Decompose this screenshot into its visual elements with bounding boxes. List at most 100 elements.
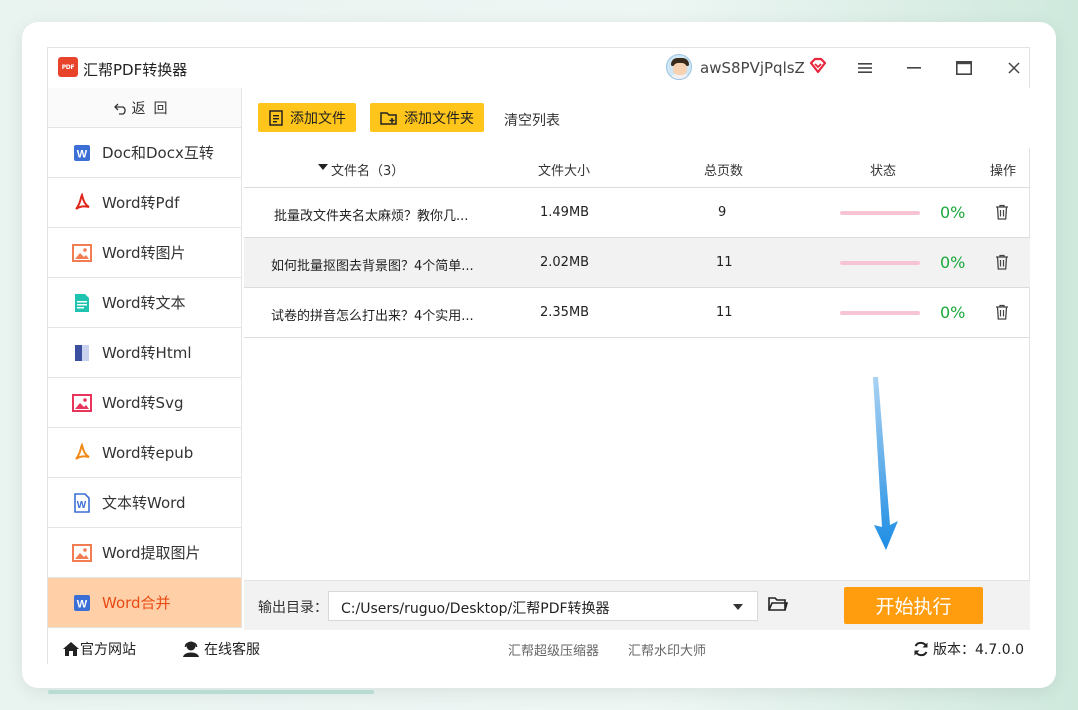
home-icon: [63, 642, 79, 656]
close-icon[interactable]: [1001, 55, 1027, 81]
page-count: 11: [716, 305, 733, 320]
header-status: 状态: [870, 164, 897, 179]
header-file-name[interactable]: 文件名（3）: [331, 160, 404, 179]
sidebar-item-label: Word转文本: [102, 294, 186, 312]
chevron-down-icon: [733, 604, 743, 610]
progress-bar: [840, 311, 920, 315]
app-logo-icon: PDF: [58, 57, 78, 77]
file-size: 2.02MB: [540, 255, 590, 270]
online-support-link[interactable]: 在线客服: [182, 639, 260, 659]
status-bar: 官方网站 在线客服 汇帮超级压缩器 汇帮水印大师 版本：4.7.0.0: [48, 630, 1031, 664]
add-file-label: 添加文件: [290, 110, 346, 127]
word-outline-icon: W: [72, 492, 92, 513]
svg-text:W: W: [77, 500, 87, 511]
username[interactable]: awS8PVjPqlsZ: [700, 59, 805, 77]
back-label: 返回: [131, 100, 176, 117]
add-folder-label: 添加文件夹: [404, 110, 474, 127]
pdf-icon: [72, 192, 92, 213]
sidebar-item-extract-image[interactable]: Word提取图片: [48, 528, 241, 578]
trash-icon[interactable]: [995, 204, 1009, 220]
trash-icon[interactable]: [995, 254, 1009, 270]
trash-icon[interactable]: [995, 304, 1009, 320]
sidebar-item-word-to-pdf[interactable]: Word转Pdf: [48, 178, 241, 228]
word-icon: W: [72, 143, 92, 163]
extract-image-icon: [72, 543, 92, 563]
sidebar-item-label: Word提取图片: [102, 544, 201, 562]
back-arrow-icon: [113, 103, 126, 115]
sidebar-item-word-to-text[interactable]: Word转文本: [48, 278, 241, 328]
minimize-icon[interactable]: [901, 55, 927, 81]
sidebar-item-label: Doc和Docx互转: [102, 144, 214, 162]
maximize-icon[interactable]: [951, 55, 977, 81]
output-bar: 输出目录： C:/Users/ruguo/Desktop/汇帮PDF转换器 开始…: [244, 580, 1030, 630]
sidebar-item-doc-docx[interactable]: W Doc和Docx互转: [48, 128, 241, 178]
output-dir-path: C:/Users/ruguo/Desktop/汇帮PDF转换器: [341, 601, 610, 617]
support-agent-icon: [183, 641, 199, 657]
svg-icon: [72, 393, 92, 413]
compressor-link[interactable]: 汇帮超级压缩器: [508, 640, 599, 659]
sidebar-item-text-to-word[interactable]: W 文本转Word: [48, 478, 241, 528]
progress-percent: 0%: [940, 253, 966, 272]
start-button[interactable]: 开始执行: [844, 587, 983, 624]
online-support-label: 在线客服: [204, 642, 260, 658]
app-window: PDF 汇帮PDF转换器 awS8PVjPqlsZ 返回 W Doc和Docx互…: [47, 47, 1031, 664]
sidebar-item-label: Word转Svg: [102, 394, 184, 412]
open-folder-icon[interactable]: [768, 596, 788, 612]
header-file-size: 文件大小: [538, 164, 591, 179]
file-list-empty-area: [244, 338, 1030, 580]
output-dir-select[interactable]: C:/Users/ruguo/Desktop/汇帮PDF转换器: [328, 591, 758, 621]
epub-icon: [72, 442, 92, 463]
progress-percent: 0%: [940, 203, 966, 222]
official-website-label: 官方网站: [80, 642, 136, 658]
sort-down-icon[interactable]: [318, 160, 328, 175]
file-size: 1.49MB: [540, 205, 590, 220]
official-website-link[interactable]: 官方网站: [62, 639, 136, 659]
page-count: 11: [716, 255, 733, 270]
text-icon: [72, 293, 92, 313]
svg-text:W: W: [77, 148, 88, 160]
refresh-icon: [914, 641, 928, 657]
table-row[interactable]: 如何批量抠图去背景图？4个简单... 2.02MB 11 0%: [244, 238, 1030, 288]
sidebar-item-label: Word转Html: [102, 344, 192, 362]
image-icon: [72, 243, 92, 263]
menu-icon[interactable]: [852, 55, 878, 81]
progress-bar: [840, 211, 920, 215]
toolbar: 添加文件 添加文件夹 清空列表: [244, 88, 1030, 148]
sidebar-item-word-to-image[interactable]: Word转图片: [48, 228, 241, 278]
clear-list-button[interactable]: 清空列表: [504, 110, 560, 130]
decorative-strip: [48, 690, 374, 694]
add-folder-icon: [380, 111, 397, 125]
svg-text:W: W: [77, 598, 88, 610]
sidebar-item-word-merge[interactable]: W Word合并: [48, 578, 241, 628]
file-size: 2.35MB: [540, 305, 590, 320]
header-pages: 总页数: [704, 164, 744, 179]
add-file-icon: [269, 109, 283, 126]
add-folder-button[interactable]: 添加文件夹: [370, 103, 484, 132]
output-dir-label: 输出目录：: [258, 600, 328, 616]
header-action: 操作: [990, 164, 1017, 179]
sidebar-item-label: Word合并: [102, 594, 171, 612]
version-info[interactable]: 版本：4.7.0.0: [913, 639, 1024, 659]
version-label: 版本：4.7.0.0: [933, 642, 1024, 658]
avatar[interactable]: [666, 54, 692, 80]
watermark-link[interactable]: 汇帮水印大师: [628, 640, 706, 659]
sidebar-item-word-to-svg[interactable]: Word转Svg: [48, 378, 241, 428]
word-icon: W: [72, 593, 92, 613]
file-name: 如何批量抠图去背景图？4个简单...: [271, 259, 474, 274]
app-title: 汇帮PDF转换器: [83, 61, 188, 79]
annotation-arrow-icon: [873, 377, 898, 550]
file-table-header: 文件名（3） 文件大小 总页数 状态 操作: [244, 148, 1030, 188]
sidebar-item-label: Word转epub: [102, 444, 194, 462]
back-button[interactable]: 返回: [48, 88, 241, 128]
table-row[interactable]: 批量改文件夹名太麻烦？教你几... 1.49MB 9 0%: [244, 188, 1030, 238]
progress-percent: 0%: [940, 303, 966, 322]
title-bar: PDF 汇帮PDF转换器 awS8PVjPqlsZ: [48, 48, 1031, 88]
sidebar-item-label: 文本转Word: [102, 494, 186, 512]
table-row[interactable]: 试卷的拼音怎么打出来？4个实用... 2.35MB 11 0%: [244, 288, 1030, 338]
sidebar-item-word-to-epub[interactable]: Word转epub: [48, 428, 241, 478]
vip-diamond-icon[interactable]: [808, 56, 828, 76]
html-icon: [72, 343, 92, 363]
sidebar-item-word-to-html[interactable]: Word转Html: [48, 328, 241, 378]
sidebar: 返回 W Doc和Docx互转 Word转Pdf Word转图片 Word转文本…: [48, 88, 242, 628]
add-file-button[interactable]: 添加文件: [258, 103, 356, 132]
